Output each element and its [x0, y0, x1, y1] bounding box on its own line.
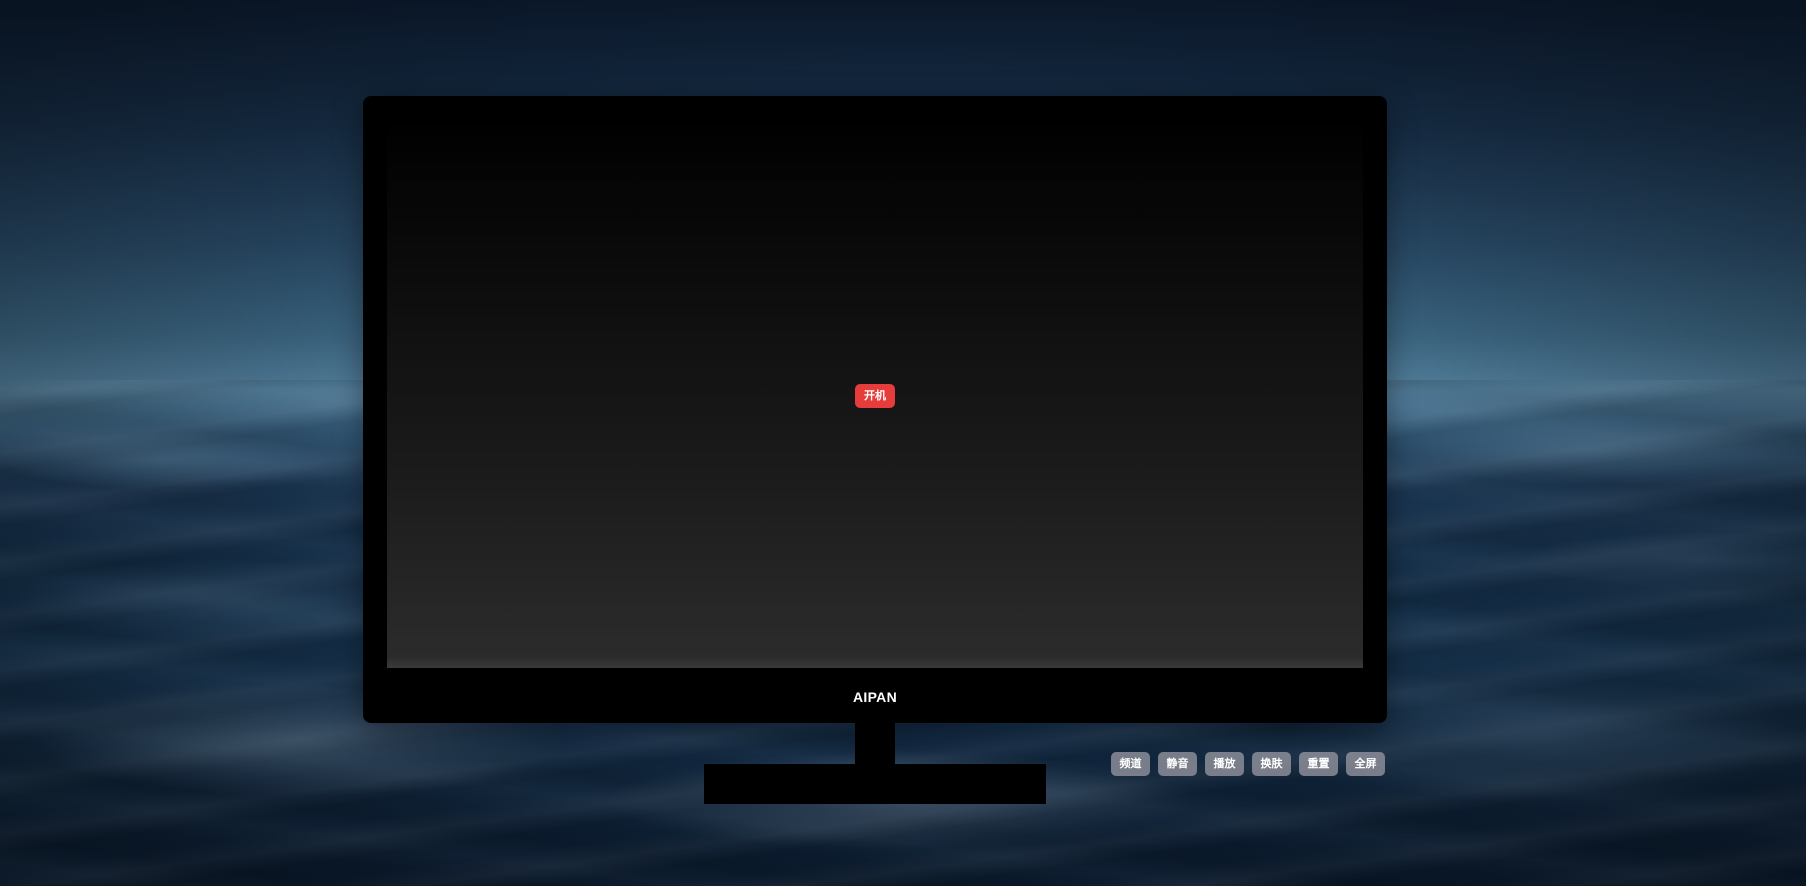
mute-button[interactable]: 静音 [1158, 752, 1197, 776]
monitor-frame [363, 96, 1387, 723]
power-on-button[interactable]: 开机 [855, 384, 895, 408]
monitor-brand-label: AIPAN [852, 689, 898, 705]
control-toolbar: 频道 静音 播放 换肤 重置 全屏 [1111, 752, 1385, 776]
monitor-stand-neck [855, 723, 895, 765]
monitor-stand-base [704, 764, 1046, 804]
skin-button[interactable]: 换肤 [1252, 752, 1291, 776]
channel-button[interactable]: 频道 [1111, 752, 1150, 776]
fullscreen-button[interactable]: 全屏 [1346, 752, 1385, 776]
play-button[interactable]: 播放 [1205, 752, 1244, 776]
app-root: 开机 AIPAN 频道 静音 播放 换肤 重置 全屏 [0, 0, 1806, 886]
reset-button[interactable]: 重置 [1299, 752, 1338, 776]
